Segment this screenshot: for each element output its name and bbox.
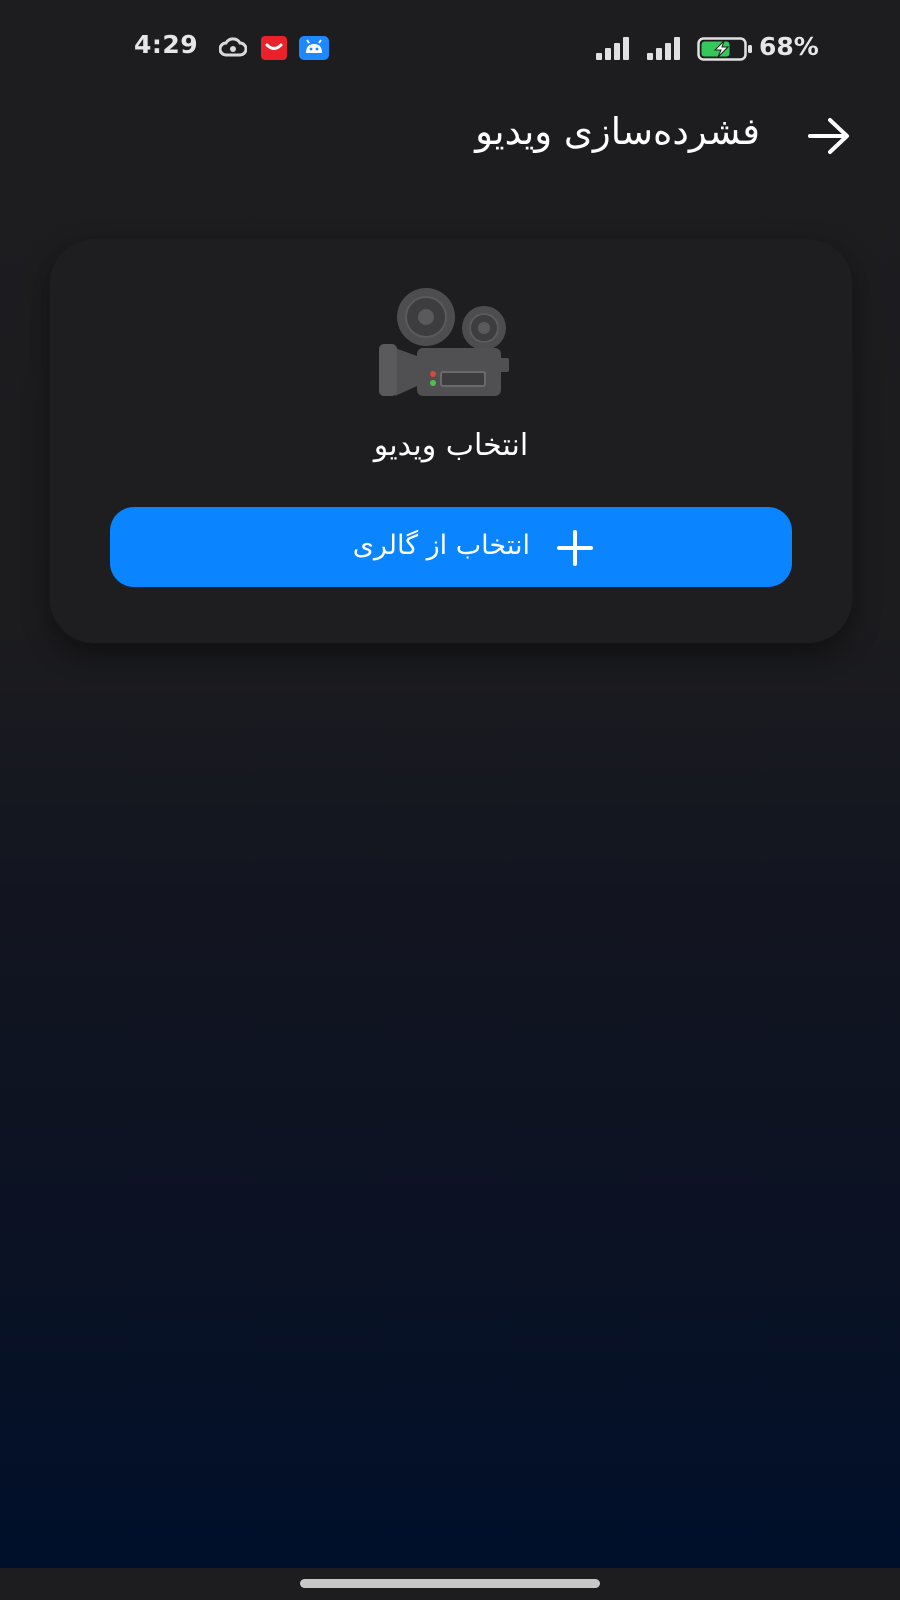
red-app-icon <box>261 36 287 60</box>
select-from-gallery-label: انتخاب از گالری <box>352 530 530 561</box>
arrow-right-icon[interactable] <box>808 116 852 156</box>
signal-bars-icon <box>596 37 629 60</box>
video-select-card: انتخاب ویدیو انتخاب از گالری <box>50 240 852 643</box>
battery-charging-icon <box>697 37 752 61</box>
navigation-bar <box>0 1568 900 1600</box>
home-indicator[interactable] <box>300 1579 600 1588</box>
status-bar: 4:29 68% <box>0 0 900 96</box>
battery-percentage: 68% <box>759 32 819 61</box>
movie-camera-icon <box>379 288 509 396</box>
select-from-gallery-button[interactable]: انتخاب از گالری <box>110 507 792 587</box>
signal-bars-icon <box>647 37 680 60</box>
select-video-label: انتخاب ویدیو <box>373 428 529 463</box>
status-time: 4:29 <box>134 30 199 59</box>
cloud-icon <box>219 37 247 57</box>
page-title: فشرده‌سازی ویدیو <box>475 110 760 153</box>
android-app-icon <box>299 36 329 60</box>
plus-icon <box>557 530 593 566</box>
